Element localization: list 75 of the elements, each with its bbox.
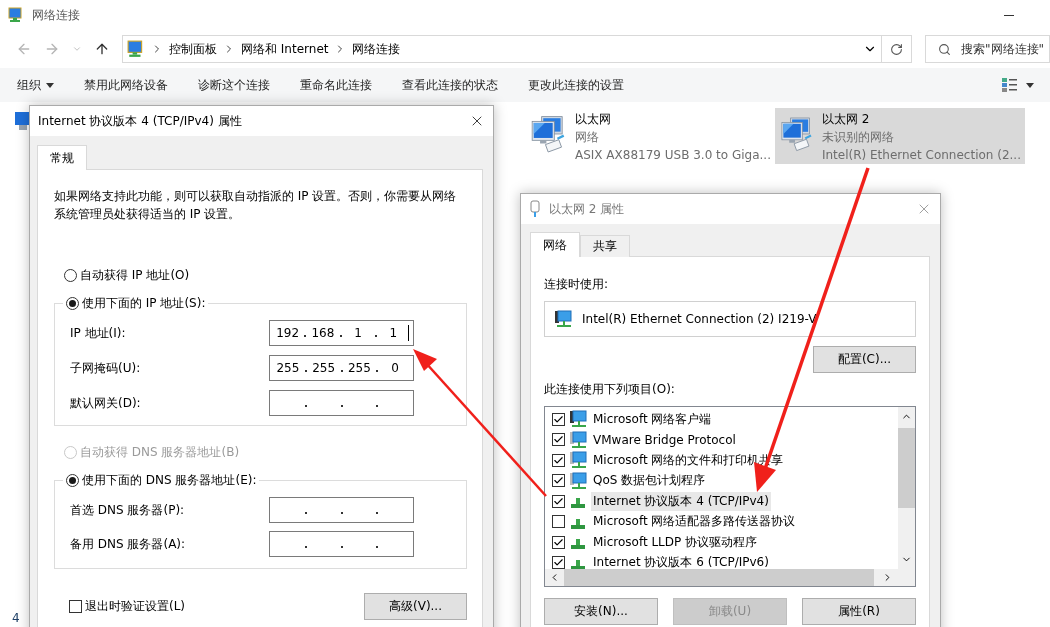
- network-client-icon: [569, 430, 587, 449]
- breadcrumb-link[interactable]: 网络和 Internet: [241, 40, 329, 58]
- command-button[interactable]: 重命名此连接: [300, 76, 372, 94]
- network-client-icon: [569, 410, 587, 429]
- view-options-button[interactable]: [1002, 78, 1034, 92]
- list-item[interactable]: VMware Bridge Protocol: [591, 431, 738, 448]
- command-button[interactable]: 查看此连接的状态: [402, 76, 498, 94]
- refresh-icon: [890, 42, 903, 56]
- network-client-icon: [569, 451, 587, 470]
- command-button[interactable]: 诊断这个连接: [198, 76, 270, 94]
- ip-address-field[interactable]: 255 255 255 0: [269, 355, 414, 381]
- checkbox[interactable]: [552, 515, 565, 529]
- caret-icon: [1026, 82, 1034, 88]
- minimize-icon[interactable]: [1004, 14, 1014, 16]
- field-label: 默认网关(D):: [70, 394, 141, 412]
- checkbox[interactable]: [552, 535, 565, 549]
- monitor-icon: [15, 112, 29, 130]
- checkbox[interactable]: [552, 494, 565, 508]
- ip-address-field[interactable]: [269, 390, 414, 416]
- window-title: 网络连接: [32, 6, 80, 24]
- network-client-icon: [569, 471, 587, 490]
- connection-item[interactable]: 以太网 网络 ASIX AX88179 USB 3.0 to Giga...: [525, 108, 775, 164]
- search-field[interactable]: 搜索"网络连接": [925, 35, 1050, 63]
- caret-icon: [46, 82, 54, 88]
- field-label: IP 地址(I):: [70, 324, 126, 342]
- tab[interactable]: 共享: [580, 235, 630, 257]
- breadcrumb-link[interactable]: 控制面板: [169, 40, 217, 58]
- refresh-button[interactable]: [882, 35, 912, 63]
- network-folder-icon: [8, 7, 24, 23]
- connection-item[interactable]: 以太网 2 未识别的网络 Intel(R) Ethernet Connection (2...: [775, 108, 1025, 164]
- horizontal-scrollbar[interactable]: [545, 569, 915, 586]
- ip-address-field[interactable]: 192 168 1 1: [269, 320, 414, 346]
- up-button[interactable]: [94, 41, 110, 57]
- command-button[interactable]: 禁用此网络设备: [84, 76, 168, 94]
- checkbox[interactable]: [552, 453, 565, 467]
- list-item[interactable]: Microsoft LLDP 协议驱动程序: [591, 532, 760, 552]
- checkbox[interactable]: [552, 474, 565, 488]
- tab[interactable]: 网络: [530, 232, 580, 257]
- section-label: 连接时使用:: [544, 276, 610, 293]
- list-item[interactable]: Internet 协议版本 6 (TCP/IPv6): [591, 553, 771, 569]
- command-button[interactable]: 组织: [17, 76, 54, 94]
- radio-button[interactable]: 使用下面的 IP 地址(S):: [66, 295, 206, 311]
- list-item[interactable]: Internet 协议版本 4 (TCP/IPv4): [591, 491, 771, 511]
- vertical-scrollbar[interactable]: [898, 407, 915, 569]
- radio-button[interactable]: 自动获得 IP 地址(O): [64, 267, 467, 283]
- configure-button[interactable]: 配置(C)...: [813, 346, 916, 373]
- list-item[interactable]: Microsoft 网络适配器多路传送器协议: [591, 512, 798, 532]
- list-item[interactable]: QoS 数据包计划程序: [591, 471, 708, 491]
- dialog-title: 以太网 2 属性: [549, 200, 625, 218]
- description-text: 如果网络支持此功能，则可以获取自动指派的 IP 设置。否则，你需要从网络系统管理员处获得适当的 IP 设置。: [54, 188, 458, 223]
- tab[interactable]: 常规: [37, 145, 87, 170]
- ip-address-field[interactable]: [269, 531, 414, 557]
- section-label: 此连接使用下列项目(O):: [544, 381, 676, 398]
- network-adapter-icon: [554, 310, 572, 328]
- list-item[interactable]: Microsoft 网络客户端: [591, 409, 714, 429]
- address-bar[interactable]: 控制面板 网络和 Internet 网络连接: [122, 35, 882, 63]
- dialog-title: Internet 协议版本 4 (TCP/IPv4) 属性: [38, 112, 242, 130]
- status-bar-text: 4: [12, 611, 20, 627]
- field-label: 首选 DNS 服务器(P):: [70, 501, 185, 519]
- checkbox[interactable]: [552, 412, 565, 426]
- field-label: 备用 DNS 服务器(A):: [70, 535, 186, 553]
- search-icon: [938, 42, 951, 56]
- radio-button[interactable]: 使用下面的 DNS 服务器地址(E):: [66, 472, 257, 488]
- network-folder-icon: [127, 40, 145, 58]
- ethernet-plug-icon: [529, 200, 541, 218]
- dialog-button[interactable]: 安装(N)...: [544, 598, 658, 625]
- field-label: 子网掩码(U):: [70, 359, 141, 377]
- command-button[interactable]: 更改此连接的设置: [528, 76, 624, 94]
- breadcrumb-link[interactable]: 网络连接: [352, 40, 401, 58]
- ip-address-field[interactable]: [269, 497, 414, 523]
- checkbox[interactable]: 退出时验证设置(L): [69, 598, 186, 615]
- checkbox[interactable]: [552, 433, 565, 447]
- checkbox[interactable]: [552, 556, 565, 569]
- dialog-button[interactable]: 属性(R): [802, 598, 916, 625]
- advanced-button[interactable]: 高级(V)...: [364, 593, 467, 620]
